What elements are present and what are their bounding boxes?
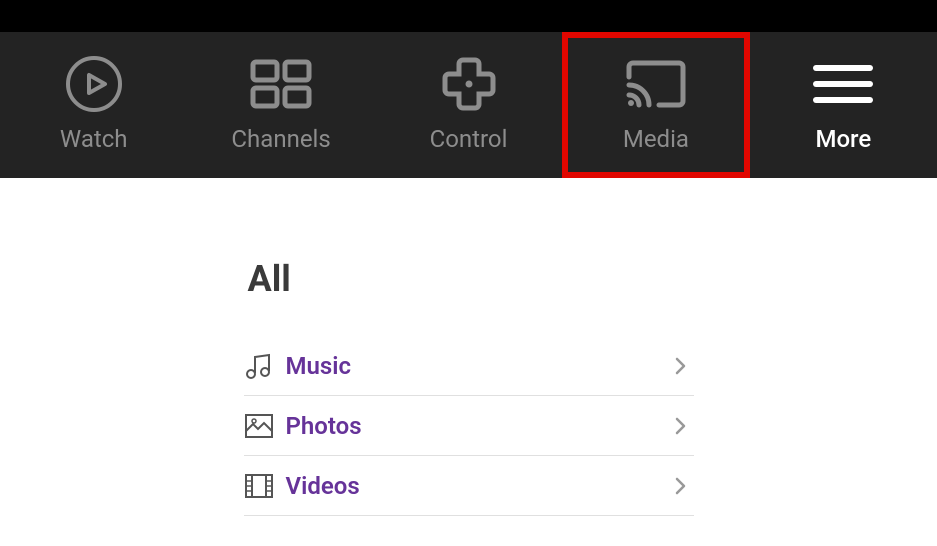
nav-label-channels: Channels xyxy=(231,125,330,153)
nav-label-watch: Watch xyxy=(60,125,128,153)
list-label: Music xyxy=(286,352,674,380)
music-icon xyxy=(244,351,286,381)
list-label: Photos xyxy=(286,412,674,440)
status-bar xyxy=(0,0,937,32)
content-area: All Music xyxy=(0,178,937,516)
nav-media[interactable]: Media xyxy=(562,32,749,178)
nav-label-more: More xyxy=(815,125,871,153)
section-title: All xyxy=(244,258,694,300)
cast-icon xyxy=(625,57,687,111)
play-circle-icon xyxy=(63,57,125,111)
list-label: Videos xyxy=(286,472,674,500)
nav-channels[interactable]: Channels xyxy=(187,32,374,178)
video-icon xyxy=(244,473,286,499)
nav-more[interactable]: More xyxy=(750,32,937,178)
nav-control[interactable]: Control xyxy=(375,32,562,178)
menu-icon xyxy=(812,57,874,111)
list-item-photos[interactable]: Photos xyxy=(244,396,694,456)
list-item-music[interactable]: Music xyxy=(244,336,694,396)
grid-icon xyxy=(250,57,312,111)
nav-watch[interactable]: Watch xyxy=(0,32,187,178)
dpad-icon xyxy=(438,57,500,111)
nav-label-control: Control xyxy=(430,125,508,153)
nav-label-media: Media xyxy=(623,125,689,153)
photo-icon xyxy=(244,413,286,439)
chevron-right-icon xyxy=(674,356,694,376)
chevron-right-icon xyxy=(674,476,694,496)
list-item-videos[interactable]: Videos xyxy=(244,456,694,516)
bottom-nav: Watch Channels Control xyxy=(0,32,937,178)
chevron-right-icon xyxy=(674,416,694,436)
media-section: All Music xyxy=(244,258,694,516)
